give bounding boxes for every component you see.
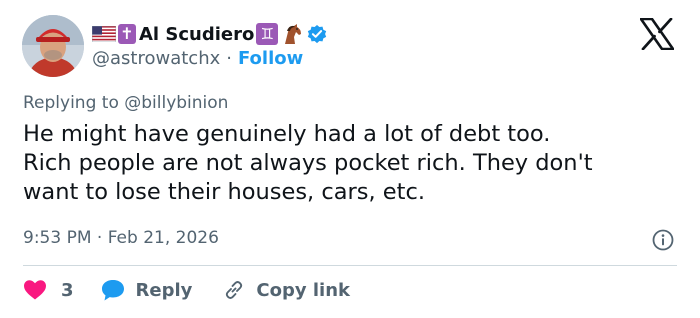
separator-dot: · — [226, 48, 232, 69]
info-icon[interactable] — [651, 228, 675, 252]
link-icon — [226, 281, 243, 299]
tweet-text: He might have genuinely had a lot of deb… — [23, 120, 683, 207]
divider — [23, 265, 677, 266]
avatar[interactable] — [22, 15, 84, 77]
tweet-text-line: Rich people are not always pocket rich. … — [23, 150, 593, 176]
horse-icon — [285, 24, 302, 44]
gemini-icon: ♊ — [256, 23, 279, 45]
action-bar: 3 Reply Copy link — [23, 276, 350, 304]
tweet-text-line: want to lose their houses, cars, etc. — [23, 179, 425, 205]
x-logo-icon[interactable] — [640, 18, 674, 50]
tweet-text-line: He might have genuinely had a lot of deb… — [23, 121, 551, 147]
reply-label: Reply — [135, 279, 193, 301]
us-flag-icon — [92, 26, 116, 42]
copy-link-label: Copy link — [256, 279, 350, 301]
heart-icon — [24, 280, 46, 300]
author-handle-row: @astrowatchx · Follow — [92, 48, 303, 69]
like-button[interactable]: 3 — [23, 279, 74, 301]
copy-link-button[interactable]: Copy link — [222, 278, 350, 302]
verified-badge-icon — [308, 25, 327, 44]
author-name-row: ✝ Al Scudiero ♊ — [92, 22, 328, 46]
tweet-timestamp[interactable]: 9:53 PM · Feb 21, 2026 — [23, 228, 219, 248]
cross-icon: ✝ — [118, 24, 136, 44]
reply-bubble-icon — [101, 280, 124, 301]
author-display-name[interactable]: Al Scudiero — [139, 24, 254, 45]
like-count: 3 — [61, 279, 74, 301]
author-handle[interactable]: @astrowatchx — [92, 48, 220, 69]
follow-button[interactable]: Follow — [238, 48, 303, 69]
replying-to-label: Replying to @billybinion — [23, 93, 229, 113]
reply-button[interactable]: Reply — [100, 278, 193, 302]
